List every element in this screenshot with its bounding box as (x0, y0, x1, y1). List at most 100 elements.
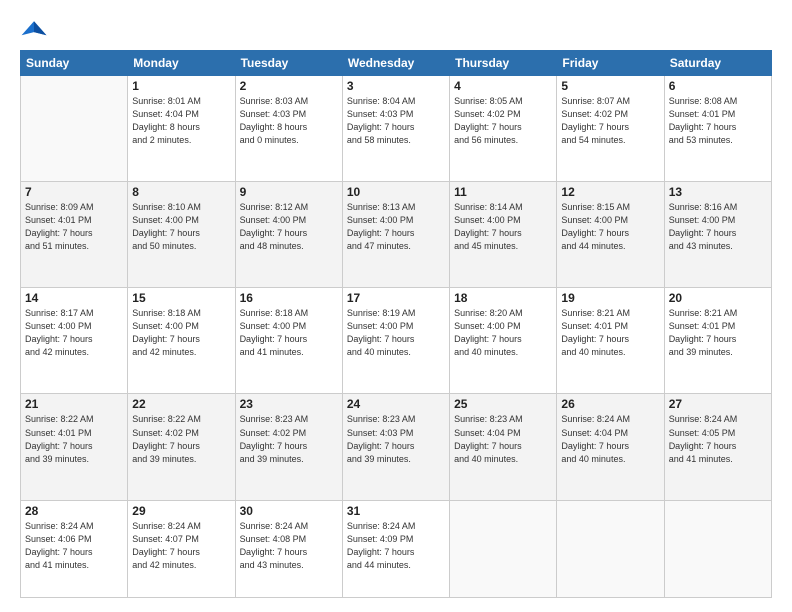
week-row-2: 7 Sunrise: 8:09 AMSunset: 4:01 PMDaylight… (21, 182, 772, 288)
day-number: 14 (25, 291, 123, 305)
day-cell (21, 76, 128, 182)
day-cell: 9 Sunrise: 8:12 AMSunset: 4:00 PMDaylight… (235, 182, 342, 288)
day-info: Sunrise: 8:23 AMSunset: 4:02 PMDaylight:… (240, 413, 338, 465)
day-cell: 19 Sunrise: 8:21 AMSunset: 4:01 PMDayligh… (557, 288, 664, 394)
day-info: Sunrise: 8:09 AMSunset: 4:01 PMDaylight:… (25, 201, 123, 253)
day-info: Sunrise: 8:08 AMSunset: 4:01 PMDaylight:… (669, 95, 767, 147)
day-info: Sunrise: 8:15 AMSunset: 4:00 PMDaylight:… (561, 201, 659, 253)
day-cell: 20 Sunrise: 8:21 AMSunset: 4:01 PMDayligh… (664, 288, 771, 394)
day-cell: 25 Sunrise: 8:23 AMSunset: 4:04 PMDayligh… (450, 394, 557, 500)
day-cell: 14Sunrise: 8:17 AMSunset: 4:00 PMDayligh… (21, 288, 128, 394)
day-info: Sunrise: 8:01 AMSunset: 4:04 PMDaylight:… (132, 95, 230, 147)
day-info: Sunrise: 8:18 AMSunset: 4:00 PMDaylight:… (240, 307, 338, 359)
day-cell: 2 Sunrise: 8:03 AMSunset: 4:03 PMDaylight… (235, 76, 342, 182)
day-cell: 31Sunrise: 8:24 AMSunset: 4:09 PMDayligh… (342, 500, 449, 597)
day-cell: 12Sunrise: 8:15 AMSunset: 4:00 PMDayligh… (557, 182, 664, 288)
calendar-table: SundayMondayTuesdayWednesdayThursdayFrid… (20, 50, 772, 598)
week-row-1: 1 Sunrise: 8:01 AMSunset: 4:04 PMDaylight… (21, 76, 772, 182)
day-cell: 16 Sunrise: 8:18 AMSunset: 4:00 PMDayligh… (235, 288, 342, 394)
day-number: 4 (454, 79, 552, 93)
day-info: Sunrise: 8:23 AMSunset: 4:03 PMDaylight:… (347, 413, 445, 465)
day-info: Sunrise: 8:03 AMSunset: 4:03 PMDaylight:… (240, 95, 338, 147)
day-info: Sunrise: 8:10 AMSunset: 4:00 PMDaylight:… (132, 201, 230, 253)
day-cell: 1 Sunrise: 8:01 AMSunset: 4:04 PMDaylight… (128, 76, 235, 182)
day-number: 18 (454, 291, 552, 305)
day-number: 24 (347, 397, 445, 411)
day-number: 13 (669, 185, 767, 199)
page: SundayMondayTuesdayWednesdayThursdayFrid… (0, 0, 792, 612)
day-number: 6 (669, 79, 767, 93)
day-number: 16 (240, 291, 338, 305)
day-number: 3 (347, 79, 445, 93)
day-info: Sunrise: 8:20 AMSunset: 4:00 PMDaylight:… (454, 307, 552, 359)
day-info: Sunrise: 8:13 AMSunset: 4:00 PMDaylight:… (347, 201, 445, 253)
day-number: 10 (347, 185, 445, 199)
day-info: Sunrise: 8:24 AMSunset: 4:08 PMDaylight:… (240, 520, 338, 572)
col-header-monday: Monday (128, 51, 235, 76)
day-cell: 18 Sunrise: 8:20 AMSunset: 4:00 PMDayligh… (450, 288, 557, 394)
day-info: Sunrise: 8:23 AMSunset: 4:04 PMDaylight:… (454, 413, 552, 465)
day-number: 9 (240, 185, 338, 199)
day-info: Sunrise: 8:24 AMSunset: 4:06 PMDaylight:… (25, 520, 123, 572)
day-info: Sunrise: 8:21 AMSunset: 4:01 PMDaylight:… (669, 307, 767, 359)
col-header-thursday: Thursday (450, 51, 557, 76)
day-info: Sunrise: 8:05 AMSunset: 4:02 PMDaylight:… (454, 95, 552, 147)
day-cell: 30 Sunrise: 8:24 AMSunset: 4:08 PMDayligh… (235, 500, 342, 597)
day-info: Sunrise: 8:24 AMSunset: 4:04 PMDaylight:… (561, 413, 659, 465)
col-header-friday: Friday (557, 51, 664, 76)
day-cell: 17Sunrise: 8:19 AMSunset: 4:00 PMDayligh… (342, 288, 449, 394)
day-cell: 27 Sunrise: 8:24 AMSunset: 4:05 PMDayligh… (664, 394, 771, 500)
day-cell: 23 Sunrise: 8:23 AMSunset: 4:02 PMDayligh… (235, 394, 342, 500)
day-cell (664, 500, 771, 597)
day-number: 26 (561, 397, 659, 411)
day-number: 20 (669, 291, 767, 305)
day-cell: 29Sunrise: 8:24 AMSunset: 4:07 PMDayligh… (128, 500, 235, 597)
day-number: 19 (561, 291, 659, 305)
day-number: 8 (132, 185, 230, 199)
day-info: Sunrise: 8:22 AMSunset: 4:01 PMDaylight:… (25, 413, 123, 465)
day-cell (557, 500, 664, 597)
calendar-header-row: SundayMondayTuesdayWednesdayThursdayFrid… (21, 51, 772, 76)
day-info: Sunrise: 8:21 AMSunset: 4:01 PMDaylight:… (561, 307, 659, 359)
day-number: 25 (454, 397, 552, 411)
col-header-tuesday: Tuesday (235, 51, 342, 76)
day-number: 27 (669, 397, 767, 411)
day-number: 1 (132, 79, 230, 93)
day-cell: 10 Sunrise: 8:13 AMSunset: 4:00 PMDayligh… (342, 182, 449, 288)
day-info: Sunrise: 8:12 AMSunset: 4:00 PMDaylight:… (240, 201, 338, 253)
day-number: 7 (25, 185, 123, 199)
day-cell: 4 Sunrise: 8:05 AMSunset: 4:02 PMDaylight… (450, 76, 557, 182)
day-cell: 15 Sunrise: 8:18 AMSunset: 4:00 PMDayligh… (128, 288, 235, 394)
col-header-sunday: Sunday (21, 51, 128, 76)
day-cell: 5Sunrise: 8:07 AMSunset: 4:02 PMDaylight… (557, 76, 664, 182)
header (20, 18, 772, 40)
day-info: Sunrise: 8:07 AMSunset: 4:02 PMDaylight:… (561, 95, 659, 147)
day-number: 23 (240, 397, 338, 411)
day-info: Sunrise: 8:14 AMSunset: 4:00 PMDaylight:… (454, 201, 552, 253)
day-info: Sunrise: 8:22 AMSunset: 4:02 PMDaylight:… (132, 413, 230, 465)
day-cell: 21 Sunrise: 8:22 AMSunset: 4:01 PMDayligh… (21, 394, 128, 500)
week-row-4: 21 Sunrise: 8:22 AMSunset: 4:01 PMDayligh… (21, 394, 772, 500)
day-number: 2 (240, 79, 338, 93)
day-info: Sunrise: 8:24 AMSunset: 4:09 PMDaylight:… (347, 520, 445, 572)
day-number: 15 (132, 291, 230, 305)
day-info: Sunrise: 8:16 AMSunset: 4:00 PMDaylight:… (669, 201, 767, 253)
day-info: Sunrise: 8:24 AMSunset: 4:05 PMDaylight:… (669, 413, 767, 465)
week-row-3: 14Sunrise: 8:17 AMSunset: 4:00 PMDayligh… (21, 288, 772, 394)
day-cell: 24 Sunrise: 8:23 AMSunset: 4:03 PMDayligh… (342, 394, 449, 500)
day-info: Sunrise: 8:18 AMSunset: 4:00 PMDaylight:… (132, 307, 230, 359)
day-number: 22 (132, 397, 230, 411)
day-info: Sunrise: 8:04 AMSunset: 4:03 PMDaylight:… (347, 95, 445, 147)
day-number: 11 (454, 185, 552, 199)
day-info: Sunrise: 8:19 AMSunset: 4:00 PMDaylight:… (347, 307, 445, 359)
day-number: 28 (25, 504, 123, 518)
day-number: 21 (25, 397, 123, 411)
day-cell: 28 Sunrise: 8:24 AMSunset: 4:06 PMDayligh… (21, 500, 128, 597)
day-cell: 3 Sunrise: 8:04 AMSunset: 4:03 PMDaylight… (342, 76, 449, 182)
day-cell: 6 Sunrise: 8:08 AMSunset: 4:01 PMDaylight… (664, 76, 771, 182)
day-cell (450, 500, 557, 597)
day-number: 29 (132, 504, 230, 518)
day-number: 30 (240, 504, 338, 518)
day-cell: 13 Sunrise: 8:16 AMSunset: 4:00 PMDayligh… (664, 182, 771, 288)
logo (20, 18, 52, 40)
